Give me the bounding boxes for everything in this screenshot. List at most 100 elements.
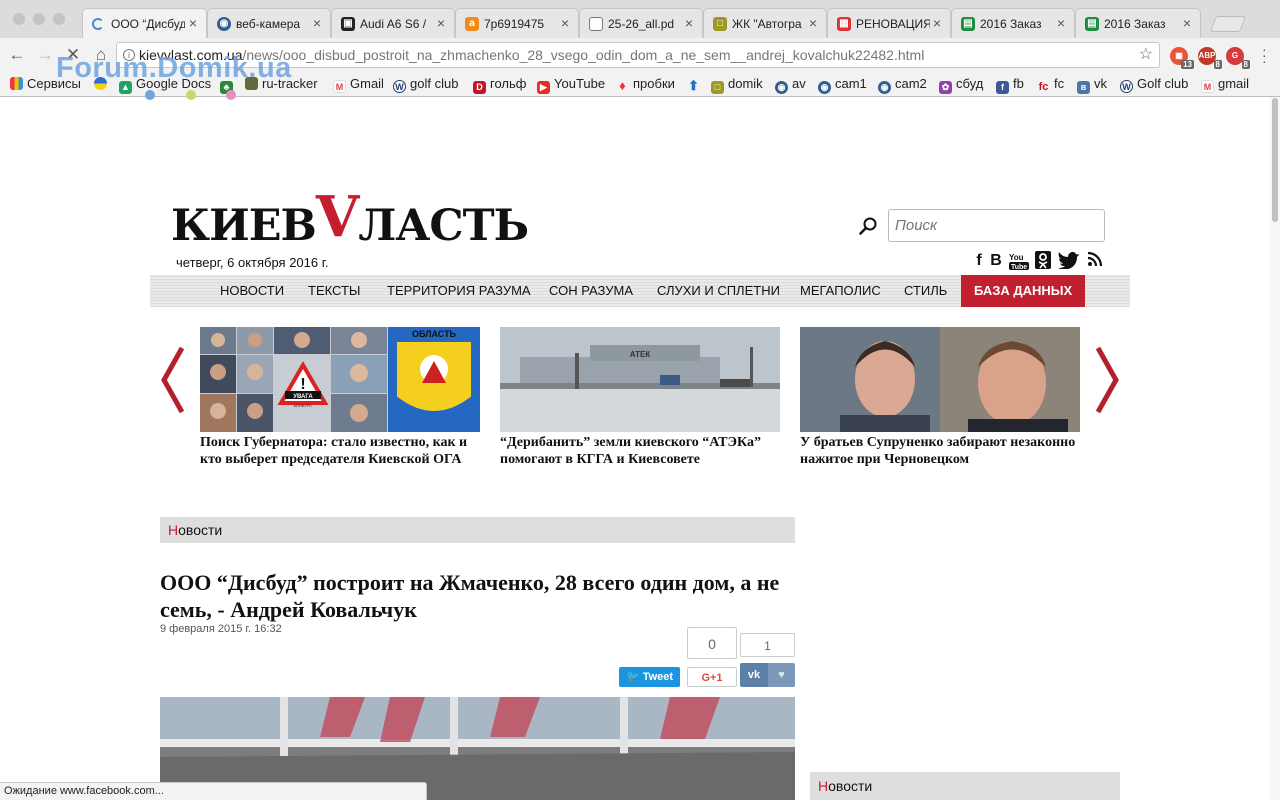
tab-strip: ООО “Дисбуд” построит × ◉ веб-камера × ▣… [0,0,1280,38]
bookmark-item[interactable]: Mgmail [1201,75,1249,93]
gmail-icon: M [1201,80,1214,93]
browser-tab[interactable]: ▤ 2016 Заказ × [1075,8,1201,38]
close-tab-icon[interactable]: × [437,15,445,31]
tab-title: 2016 Заказ [980,17,1042,31]
bookmark-item[interactable]: ✿ сбуд [939,75,983,94]
browser-menu-icon[interactable]: · · · [1262,42,1267,68]
svg-text:You: You [1009,253,1024,262]
url-path: /news/ooo_disbud_postroit_na_zhmachenko_… [242,47,925,63]
globe-icon: ◉ [818,81,831,94]
close-tab-icon[interactable]: × [561,15,569,31]
vk-like-button[interactable]: ♥ [768,663,795,687]
tab-title: РЕНОВАЦИЯ [856,17,930,31]
twitter-icon[interactable] [1058,251,1080,271]
bookmark-item[interactable]: M Gmail [333,75,384,93]
bookmark-item[interactable]: ◉ cam2 [878,75,927,94]
browser-tab-active[interactable]: ООО “Дисбуд” построит × [82,8,207,38]
close-tab-icon[interactable]: × [313,15,321,31]
bookmark-item[interactable]: ♦ пробки [616,75,675,93]
bookmark-item[interactable]: f fb [996,75,1024,94]
google-plus-button[interactable]: G+1 [687,667,737,687]
sidebar-heading-news[interactable]: Новости [810,772,1120,800]
close-tab-icon[interactable]: × [809,15,817,31]
browser-tab[interactable]: ▣ Audi A6 S6 / × [331,8,455,38]
close-tab-icon[interactable]: × [1183,15,1191,31]
close-tab-icon[interactable]: × [1057,15,1065,31]
camera-site-icon: ◉ [217,17,231,31]
tab-title: 7p6919475 [484,17,545,31]
grid-site-icon: ▦ [837,17,851,31]
youtube-icon[interactable]: You Tube [1008,251,1030,271]
ext-calendar-icon[interactable]: ▦ 13 [1170,47,1194,69]
vk-share-button[interactable]: vk [740,663,768,687]
vk-icon[interactable]: В [988,251,1004,271]
domik-icon: □ [711,81,724,94]
header-date: четверг, 6 октября 2016 г. [176,255,329,270]
bookmark-item[interactable]: Dгольф [473,75,526,94]
vw-icon: W [1120,80,1133,93]
bookmark-item[interactable]: ◉ av [775,75,806,94]
nav-item-texts[interactable]: ТЕКСТЫ [308,275,360,307]
bookmark-item[interactable]: □ domik [711,75,763,94]
nav-item-megapolis[interactable]: МЕГАПОЛИС [800,275,881,307]
ext-abp-icon[interactable]: ABP 8 [1198,47,1222,69]
close-tab-icon[interactable]: × [685,15,693,31]
close-tab-icon[interactable]: × [933,15,941,31]
bookmark-star-icon[interactable]: ☆ [1139,43,1153,67]
slider-caption[interactable]: “Дерибанить” земли киевского “АТЭКа” пом… [500,434,790,468]
watermark-dot [226,90,236,100]
slider-prev-arrow-icon[interactable] [160,346,186,414]
ext-ghost-icon[interactable]: G8 [1226,47,1250,69]
close-window-button[interactable] [13,13,25,25]
browser-tab[interactable]: ▤ 2016 Заказ × [951,8,1075,38]
bookmark-item[interactable]: fc fc [1037,75,1065,93]
apps-grid-icon [10,77,23,90]
search-icon[interactable] [859,217,877,235]
maximize-window-button[interactable] [53,13,65,25]
nav-item-database[interactable]: БАЗА ДАННЫХ [961,275,1086,307]
new-tab-button[interactable] [1210,16,1246,32]
loading-spinner-icon [92,18,104,30]
browser-tab[interactable]: □ ЖК "Автогра × [703,8,827,38]
slider-image-suprunenko-brothers [800,327,1080,432]
facebook-icon[interactable]: f [972,251,986,271]
nav-item-rumors[interactable]: СЛУХИ И СПЛЕТНИ [657,275,780,307]
chat-icon: □ [713,17,727,31]
nav-item-dream[interactable]: СОН РАЗУМА [549,275,633,307]
twitter-icon: 🐦 [625,671,640,683]
back-button[interactable]: ← [8,46,26,64]
bookmark-item[interactable]: ⬆ [687,75,704,93]
close-tab-icon[interactable]: × [189,15,197,31]
tab-title: ЖК "Автогра [732,17,802,31]
search-input[interactable] [888,209,1105,242]
slider-next-arrow-icon[interactable] [1094,346,1120,414]
svg-text:УВАГА: УВАГА [293,394,313,400]
watermark-dot [145,90,155,100]
forward-button[interactable]: → [36,46,54,64]
browser-tab[interactable]: ◉ веб-камера × [207,8,331,38]
browser-tab[interactable]: ▦ РЕНОВАЦИЯ × [827,8,951,38]
rss-icon[interactable] [1087,251,1103,271]
bookmark-item[interactable]: ▶ YouTube [537,75,605,94]
bookmark-item[interactable]: в vk [1077,75,1107,94]
bookmark-item[interactable]: ◉ cam1 [818,75,867,94]
extension-badge: 8 [1213,60,1222,69]
minimize-window-button[interactable] [33,13,45,25]
slider-caption[interactable]: Поиск Губернатора: стало известно, как и… [200,434,490,468]
browser-tab[interactable]: a 7p6919475 × [455,8,579,38]
bookmark-item[interactable]: W Golf club [1120,75,1188,93]
youtube-icon: ▶ [537,81,550,94]
site-logo[interactable]: КИЕВVЛАСТЬ [171,184,529,254]
bookmark-item[interactable]: Wgolf club [393,75,458,93]
tweet-button[interactable]: 🐦 Tweet [619,667,680,687]
extension-badge: 8 [1241,60,1250,69]
svg-text:КОНКУРС: КОНКУРС [294,403,313,408]
scrollbar-thumb[interactable] [1272,98,1278,222]
slider-caption[interactable]: У братьев Супруненко забирают незаконно … [800,434,1090,468]
section-heading-news[interactable]: Новости [160,517,795,543]
nav-item-territory[interactable]: ТЕРРИТОРИЯ РАЗУМА [387,275,531,307]
odnoklassniki-icon[interactable] [1035,251,1051,271]
nav-item-news[interactable]: НОВОСТИ [220,275,284,307]
browser-tab[interactable]: 25-26_all.pd × [579,8,703,38]
nav-item-style[interactable]: СТИЛЬ [904,275,947,307]
